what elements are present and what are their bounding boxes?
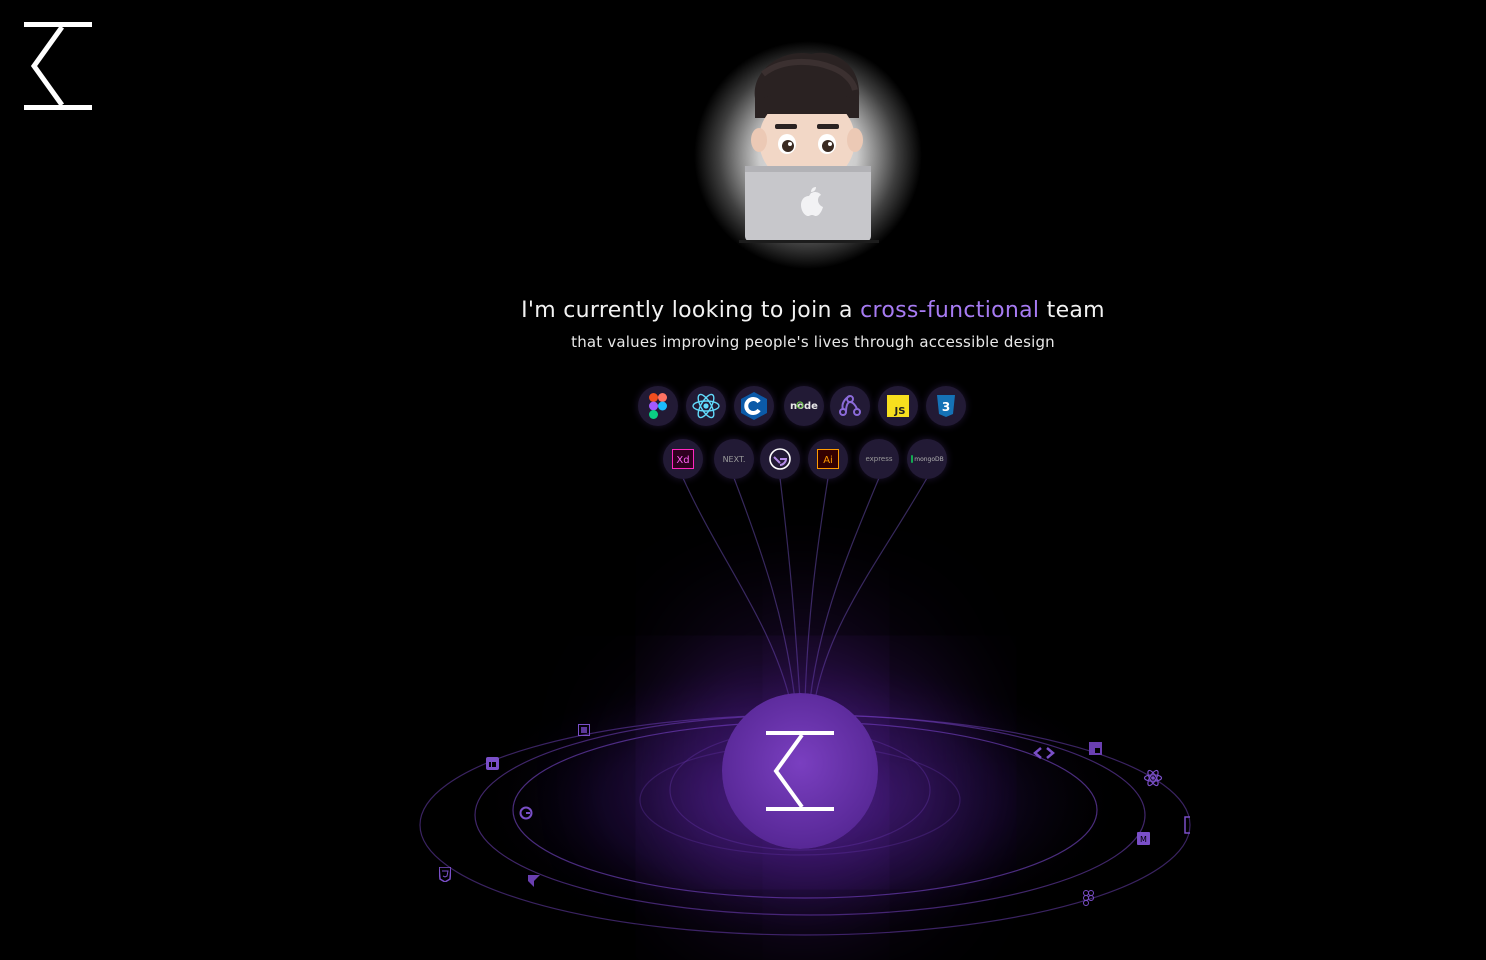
orbit-hub[interactable] bbox=[722, 693, 878, 849]
medium-icon: M bbox=[1137, 832, 1150, 845]
svg-text:M: M bbox=[1140, 835, 1147, 844]
illustrator-icon bbox=[578, 724, 590, 736]
gatsby-icon bbox=[519, 806, 533, 820]
react-icon bbox=[1143, 769, 1163, 787]
k-chevron-logo-icon bbox=[766, 731, 834, 811]
figma-icon bbox=[1083, 890, 1094, 906]
code-brackets-icon bbox=[1033, 747, 1055, 759]
javascript-icon bbox=[1089, 742, 1102, 755]
linkedin-icon bbox=[486, 757, 499, 770]
framer-icon bbox=[528, 875, 540, 887]
html5-icon bbox=[439, 867, 451, 882]
bracket-icon bbox=[1184, 816, 1190, 834]
